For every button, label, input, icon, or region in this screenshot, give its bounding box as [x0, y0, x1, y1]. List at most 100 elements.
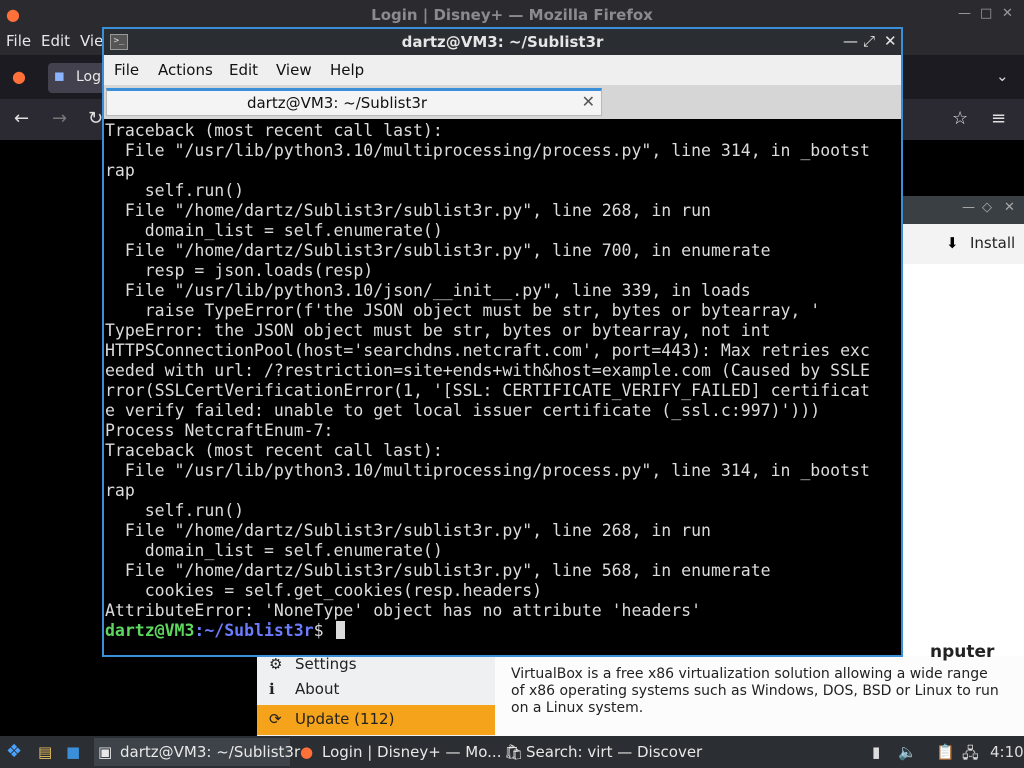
terminal-line: raise TypeError(f'the JSON object must b… — [105, 301, 821, 320]
firefox-menu-edit[interactable]: Edit — [41, 32, 70, 50]
terminal-line: Traceback (most recent call last): — [105, 441, 443, 460]
discover-bag-icon: 🛍 — [504, 743, 524, 761]
terminal-line: rap — [105, 481, 135, 500]
terminal-line: self.run() — [105, 181, 245, 200]
taskbar-item-label: dartz@VM3: ~/Sublist3r — [120, 743, 301, 761]
file-manager-icon[interactable]: ▤ — [38, 743, 52, 761]
firefox-maximize-icon[interactable]: □ — [980, 6, 992, 21]
back-icon[interactable]: ← — [14, 108, 29, 129]
discover-minimize-icon[interactable]: — — [962, 200, 975, 215]
terminal-tab[interactable]: dartz@VM3: ~/Sublist3r ✕ — [106, 88, 602, 116]
firefox-tab-login[interactable]: ◼ Log — [48, 63, 108, 93]
app-heading-fragment: nputer — [930, 642, 995, 662]
app-description: VirtualBox is a free x86 virtualization … — [511, 666, 999, 716]
clock[interactable]: 4:10 — [990, 743, 1024, 761]
firefox-menu-view[interactable]: Vie — [80, 32, 103, 50]
reload-icon[interactable]: ↻ — [88, 108, 103, 129]
discover-toolbar: ⬇ Install — [902, 224, 1024, 264]
prompt-user: dartz@VM3 — [105, 621, 195, 640]
download-arrow-icon: ⬇ — [946, 234, 959, 252]
terminal-window: >_ dartz@VM3: ~/Sublist3r — ⤢ ✕ File Act… — [102, 27, 903, 657]
terminal-line: eeded with url: /?restriction=site+ends+… — [105, 361, 870, 380]
install-button[interactable]: Install — [970, 234, 1015, 252]
terminal-minimize-icon[interactable]: — — [843, 32, 858, 50]
discover-body — [902, 264, 1024, 658]
firefox-menu-file[interactable]: File — [6, 32, 31, 50]
sidebar-item-label: About — [295, 680, 340, 698]
hamburger-menu-icon[interactable]: ≡ — [991, 108, 1006, 129]
terminal-line: domain_list = self.enumerate() — [105, 221, 443, 240]
sidebar-item-about[interactable]: ℹ About — [257, 675, 495, 705]
firefox-tab-label: Log — [76, 69, 102, 85]
sidebar-item-label: Update (112) — [295, 710, 395, 728]
taskbar-item-terminal[interactable]: ▣ dartz@VM3: ~/Sublist3r — [94, 738, 300, 766]
list-all-tabs-icon[interactable]: ⌄ — [996, 67, 1009, 85]
terminal-line: File "/home/dartz/Sublist3r/sublist3r.py… — [105, 241, 771, 260]
terminal-prompt-line[interactable]: dartz@VM3:~/Sublist3r$ — [105, 621, 870, 641]
firefox-view-icon[interactable]: ● — [12, 67, 26, 86]
network-icon[interactable]: 🖧 — [962, 743, 979, 768]
terminal-output: Traceback (most recent call last): File … — [105, 121, 870, 641]
close-tab-icon[interactable]: ✕ — [582, 92, 595, 111]
application-menu-icon[interactable]: ❖ — [6, 741, 22, 762]
discover-titlebar: — ◇ ✕ — [902, 196, 1024, 224]
disney-favicon-icon: ◼ — [54, 69, 65, 84]
taskbar: ❖ ▤ ■ ▣ dartz@VM3: ~/Sublist3r ● Login |… — [0, 736, 1024, 768]
terminal-menu-view[interactable]: View — [276, 61, 312, 79]
taskbar-item-discover[interactable]: 🛍 Search: virt — Discover — [500, 738, 702, 766]
discover-main: nputer VirtualBox is a free x86 virtuali… — [495, 642, 1024, 736]
forward-icon[interactable]: → — [52, 108, 67, 129]
taskbar-item-firefox[interactable]: ● Login | Disney+ — Mo... — [296, 738, 501, 766]
terminal-line: File "/home/dartz/Sublist3r/sublist3r.py… — [105, 201, 711, 220]
terminal-app-icon: ▣ — [98, 743, 113, 761]
taskbar-item-label: Login | Disney+ — Mo... — [322, 743, 502, 761]
terminal-menu-help[interactable]: Help — [330, 61, 364, 79]
terminal-screen[interactable]: Traceback (most recent call last): File … — [104, 119, 901, 655]
update-icon: ⟳ — [269, 710, 282, 728]
firefox-close-icon[interactable]: ✕ — [1002, 6, 1013, 21]
volume-icon[interactable]: 🔈 — [898, 743, 917, 761]
terminal-line: File "/home/dartz/Sublist3r/sublist3r.py… — [105, 561, 771, 580]
firefox-titlebar: ● Login | Disney+ — Mozilla Firefox — □ … — [0, 0, 1024, 28]
battery-icon[interactable]: ▮ — [872, 743, 880, 761]
prompt-symbol: $ — [313, 621, 334, 640]
discover-sidebar: ⚙ Settings ℹ About ⟳ Update (112) — [257, 655, 495, 736]
terminal-tabbar: dartz@VM3: ~/Sublist3r ✕ — [104, 85, 901, 119]
terminal-line: Traceback (most recent call last): — [105, 121, 443, 140]
terminal-line: File "/home/dartz/Sublist3r/sublist3r.py… — [105, 521, 711, 540]
terminal-line: File "/usr/lib/python3.10/multiprocessin… — [105, 141, 870, 160]
firefox-logo-icon: ● — [300, 743, 314, 761]
clipboard-icon[interactable]: 📋 — [936, 743, 955, 761]
terminal-titlebar: >_ dartz@VM3: ~/Sublist3r — ⤢ ✕ — [104, 29, 901, 55]
terminal-line: domain_list = self.enumerate() — [105, 541, 443, 560]
info-icon: ℹ — [269, 680, 275, 698]
prompt-path: :~/Sublist3r — [194, 621, 314, 640]
settings-gear-icon: ⚙ — [269, 655, 283, 673]
bookmark-star-icon[interactable]: ☆ — [952, 108, 968, 129]
terminal-line: Process NetcraftEnum-7: — [105, 421, 334, 440]
terminal-line: AttributeError: 'NoneType' object has no… — [105, 601, 702, 620]
discover-maximize-icon[interactable]: ◇ — [982, 200, 992, 215]
terminal-tab-title: dartz@VM3: ~/Sublist3r — [246, 94, 428, 112]
terminal-window-title: dartz@VM3: ~/Sublist3r — [401, 33, 604, 51]
terminal-line: TypeError: the JSON object must be str, … — [105, 321, 771, 340]
terminal-maximize-icon[interactable]: ⤢ — [863, 32, 875, 50]
terminal-line: File "/usr/lib/python3.10/json/__init__.… — [105, 281, 751, 300]
sidebar-item-label: Settings — [295, 655, 357, 673]
terminal-line: e verify failed: unable to get local iss… — [105, 401, 821, 420]
terminal-menu-edit[interactable]: Edit — [229, 61, 258, 79]
sidebar-item-update[interactable]: ⟳ Update (112) — [257, 705, 495, 735]
terminal-line: rror(SSLCertVerificationError(1, '[SSL: … — [105, 381, 870, 400]
show-desktop-icon[interactable]: ■ — [66, 743, 80, 761]
firefox-window-title: Login | Disney+ — Mozilla Firefox — [371, 6, 653, 24]
terminal-line: resp = json.loads(resp) — [105, 261, 374, 280]
terminal-close-icon[interactable]: ✕ — [884, 32, 897, 50]
firefox-minimize-icon[interactable]: — — [958, 6, 971, 21]
terminal-cursor — [335, 621, 345, 639]
terminal-menu-actions[interactable]: Actions — [158, 61, 213, 79]
terminal-menu-file[interactable]: File — [114, 61, 139, 79]
discover-close-icon[interactable]: ✕ — [1004, 200, 1015, 215]
terminal-line: cookies = self.get_cookies(resp.headers) — [105, 581, 543, 600]
terminal-menubar: File Actions Edit View Help — [104, 55, 901, 85]
taskbar-item-label: Search: virt — Discover — [526, 743, 703, 761]
